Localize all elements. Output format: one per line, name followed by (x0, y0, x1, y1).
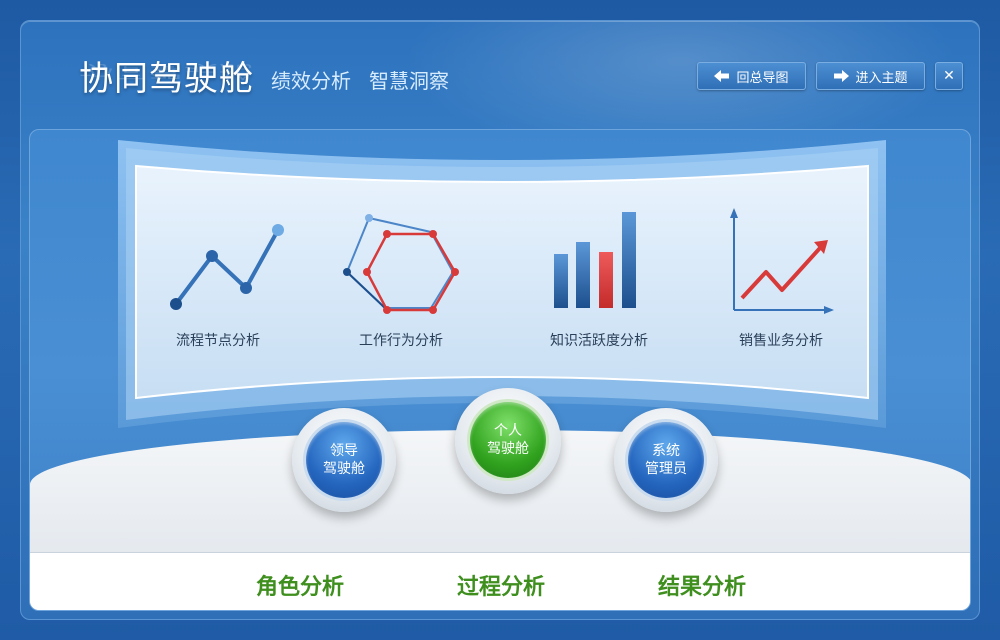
back-to-map-label: 回总导图 (736, 70, 789, 86)
feature-label-knowledge[interactable]: 知识活跃度分析 (529, 330, 669, 350)
back-to-map-button[interactable]: 回总导图 (697, 62, 806, 90)
tab-process-analysis[interactable]: 过程分析 (457, 569, 545, 601)
personal-cockpit-line2: 驾驶舱 (487, 441, 529, 457)
personal-cockpit-button[interactable]: 个人 驾驶舱 (470, 402, 546, 478)
arrow-left-icon (714, 70, 730, 82)
enter-topic-label: 进入主题 (855, 70, 908, 86)
app-window: 协同驾驶舱 协同驾驶舱 绩效分析 智慧洞察 回总导图 进入主题 ✕ 流程节点分析… (20, 20, 980, 620)
system-admin-line1: 系统 (652, 443, 680, 459)
subtitle-performance: 绩效分析 (271, 69, 351, 93)
line-chart-icon[interactable] (160, 218, 290, 318)
bottom-tab-bar: 角色分析 过程分析 结果分析 (30, 552, 970, 610)
tab-role-analysis[interactable]: 角色分析 (256, 569, 344, 601)
feature-label-behavior[interactable]: 工作行为分析 (331, 330, 471, 350)
bar-chart-icon[interactable] (550, 212, 650, 322)
app-title-reflection: 协同驾驶舱 (79, 61, 254, 81)
leader-cockpit-button[interactable]: 领导 驾驶舱 (306, 422, 382, 498)
close-button[interactable]: ✕ (935, 62, 963, 90)
leader-cockpit-line2: 驾驶舱 (323, 461, 365, 477)
subtitle-insight: 智慧洞察 (369, 69, 449, 93)
system-admin-line2: 管理员 (645, 461, 687, 477)
close-icon: ✕ (943, 68, 955, 84)
personal-cockpit-line1: 个人 (494, 423, 522, 439)
feature-label-sales[interactable]: 销售业务分析 (711, 330, 851, 350)
enter-topic-button[interactable]: 进入主题 (816, 62, 925, 90)
hexagon-network-icon[interactable] (335, 208, 465, 318)
feature-label-process[interactable]: 流程节点分析 (148, 330, 288, 350)
tab-result-analysis[interactable]: 结果分析 (658, 569, 746, 601)
trend-up-chart-icon[interactable] (724, 208, 836, 316)
main-panel: 流程节点分析 工作行为分析 知识活跃度分析 销售业务分析 领导 驾驶舱 个人 驾… (29, 129, 971, 611)
system-admin-button[interactable]: 系统 管理员 (628, 422, 704, 498)
arrow-right-icon (834, 70, 850, 82)
leader-cockpit-line1: 领导 (330, 443, 358, 459)
